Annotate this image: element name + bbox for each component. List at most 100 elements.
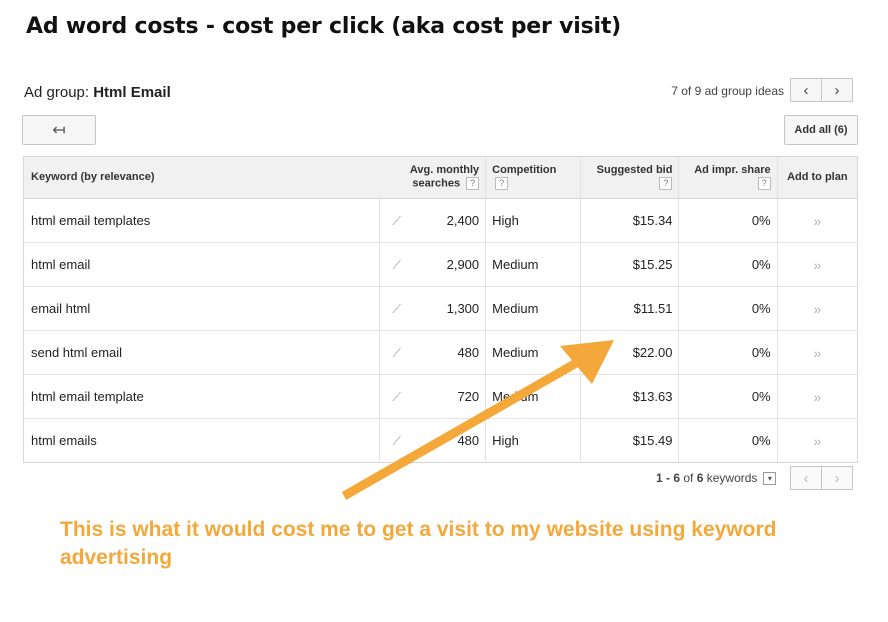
impr-share-cell: 0% — [678, 242, 778, 287]
impr-share-cell: 0% — [678, 330, 778, 375]
keyword-unit: keywords — [706, 471, 758, 485]
impr-share-cell: 0% — [678, 374, 778, 419]
add-to-plan-button[interactable]: » — [776, 242, 858, 287]
bid-cell: $13.63 — [579, 374, 679, 419]
header-bid-label: Suggested bid — [596, 164, 673, 177]
trend-cell[interactable]: ⟋ — [378, 242, 414, 287]
ideas-count: 7 of 9 ad group ideas — [671, 84, 784, 98]
trend-cell[interactable]: ⟋ — [378, 286, 414, 331]
add-to-plan-button[interactable]: » — [776, 198, 858, 243]
add-to-plan-button[interactable]: » — [776, 418, 858, 463]
keyword-range: 1 - 6 — [656, 471, 681, 485]
chart-trend-icon: ⟋ — [392, 301, 401, 316]
impr-share-cell: 0% — [678, 286, 778, 331]
annotation-text: This is what it would cost me to get a v… — [60, 518, 777, 569]
help-icon[interactable]: ? — [757, 177, 771, 191]
add-to-plan-icon: » — [813, 212, 822, 229]
help-icon[interactable]: ? — [659, 177, 673, 191]
competition-cell: Medium — [485, 286, 581, 331]
keyword-cell[interactable]: html email template — [23, 374, 380, 419]
chart-trend-icon: ⟋ — [392, 433, 401, 448]
header-impr-label: Ad impr. share — [694, 164, 771, 177]
impr-share-cell: 0% — [678, 418, 778, 463]
help-icon[interactable]: ? — [495, 177, 509, 191]
table-row: html email template ⟋ 720 Medium $13.63 … — [23, 374, 858, 419]
chevron-left-icon: ‹ — [803, 81, 809, 99]
bid-cell: $22.00 — [579, 330, 679, 375]
add-to-plan-icon: » — [813, 344, 822, 361]
chevron-right-icon: › — [834, 81, 840, 99]
table-row: html emails ⟋ 480 High $15.49 0% » — [24, 418, 858, 463]
searches-cell: 1,300 — [413, 286, 486, 331]
competition-cell: Medium — [485, 330, 581, 375]
searches-cell: 720 — [413, 374, 486, 419]
header-searches-line1: Avg. monthly — [409, 164, 480, 177]
keyword-cell[interactable]: email html — [23, 286, 380, 331]
ideas-pager: ‹ › — [790, 78, 853, 102]
competition-cell: Medium — [485, 374, 581, 419]
trend-cell[interactable]: ⟋ — [378, 198, 414, 243]
add-to-plan-button[interactable]: » — [776, 330, 858, 375]
header-searches[interactable]: Avg. monthly searches ? — [379, 156, 486, 199]
prev-page-button[interactable]: ‹ — [790, 466, 822, 490]
add-to-plan-icon: » — [813, 256, 822, 273]
header-suggested-bid[interactable]: Suggested bid ? — [579, 156, 679, 199]
add-to-plan-button[interactable]: » — [776, 374, 858, 419]
chart-trend-icon: ⟋ — [392, 213, 401, 228]
keyword-cell[interactable]: html emails — [24, 419, 380, 463]
help-icon[interactable]: ? — [466, 177, 480, 191]
header-add-to-plan: Add to plan — [776, 156, 858, 199]
impr-share-cell: 0% — [678, 198, 778, 243]
back-button[interactable]: ↤ — [22, 115, 96, 145]
rows-dropdown-icon[interactable]: ▾ — [763, 471, 777, 485]
chart-trend-icon: ⟋ — [392, 257, 401, 272]
bid-cell: $15.34 — [579, 198, 679, 243]
keyword-cell[interactable]: html email — [23, 242, 380, 287]
table-row: html email ⟋ 2,900 Medium $15.25 0% » — [23, 242, 858, 287]
chart-trend-icon: ⟋ — [392, 345, 401, 360]
searches-cell: 480 — [413, 330, 486, 375]
searches-cell: 2,400 — [413, 198, 486, 243]
table-header-row: Keyword (by relevance) Avg. monthly sear… — [23, 156, 858, 199]
bid-cell: $15.49 — [579, 418, 679, 463]
ad-group-label: Ad group: — [24, 84, 90, 101]
header-searches-line2: searches — [412, 177, 461, 190]
page-title: Ad word costs - cost per click (aka cost… — [26, 14, 622, 39]
chart-trend-icon: ⟋ — [392, 389, 401, 404]
competition-cell: High — [485, 418, 581, 463]
ad-group-heading: Ad group: Html Email — [24, 84, 171, 101]
competition-cell: Medium — [485, 242, 581, 287]
keyword-table: Keyword (by relevance) Avg. monthly sear… — [23, 156, 858, 463]
searches-cell: 480 — [457, 433, 480, 448]
keyword-total: 6 — [696, 471, 704, 485]
add-to-plan-icon: » — [813, 300, 822, 317]
table-row: send html email ⟋ 480 Medium $22.00 0% » — [23, 330, 858, 375]
header-competition-label: Competition — [492, 164, 557, 177]
trend-cell[interactable]: ⟋ — [378, 374, 414, 419]
header-competition[interactable]: Competition ? — [485, 156, 581, 199]
prev-idea-button[interactable]: ‹ — [790, 78, 822, 102]
header-impr-share[interactable]: Ad impr. share ? — [678, 156, 778, 199]
back-arrow-icon: ↤ — [52, 122, 66, 139]
table-row: html email templates ⟋ 2,400 High $15.34… — [23, 198, 858, 243]
trend-cell[interactable]: ⟋ — [378, 418, 414, 463]
add-to-plan-icon: » — [813, 388, 822, 405]
keyword-cell[interactable]: send html email — [23, 330, 380, 375]
chevron-right-icon: › — [834, 469, 840, 487]
add-to-plan-button[interactable]: » — [776, 286, 858, 331]
add-to-plan-icon: » — [813, 432, 822, 449]
table-row: email html ⟋ 1,300 Medium $11.51 0% » — [23, 286, 858, 331]
next-idea-button[interactable]: › — [821, 78, 853, 102]
competition-cell: High — [485, 198, 581, 243]
add-all-button[interactable]: Add all (6) — [784, 115, 858, 145]
bid-cell: $15.25 — [579, 242, 679, 287]
chevron-left-icon: ‹ — [803, 469, 809, 487]
next-page-button[interactable]: › — [821, 466, 853, 490]
header-keyword[interactable]: Keyword (by relevance) — [23, 156, 380, 199]
keyword-of: of — [683, 471, 694, 485]
bid-cell: $11.51 — [579, 286, 679, 331]
keyword-cell[interactable]: html email templates — [23, 198, 380, 243]
keyword-count: 1 - 6 of 6 keywords ▾ — [656, 471, 777, 485]
trend-cell[interactable]: ⟋ — [378, 330, 414, 375]
ad-group-name: Html Email — [93, 84, 171, 101]
